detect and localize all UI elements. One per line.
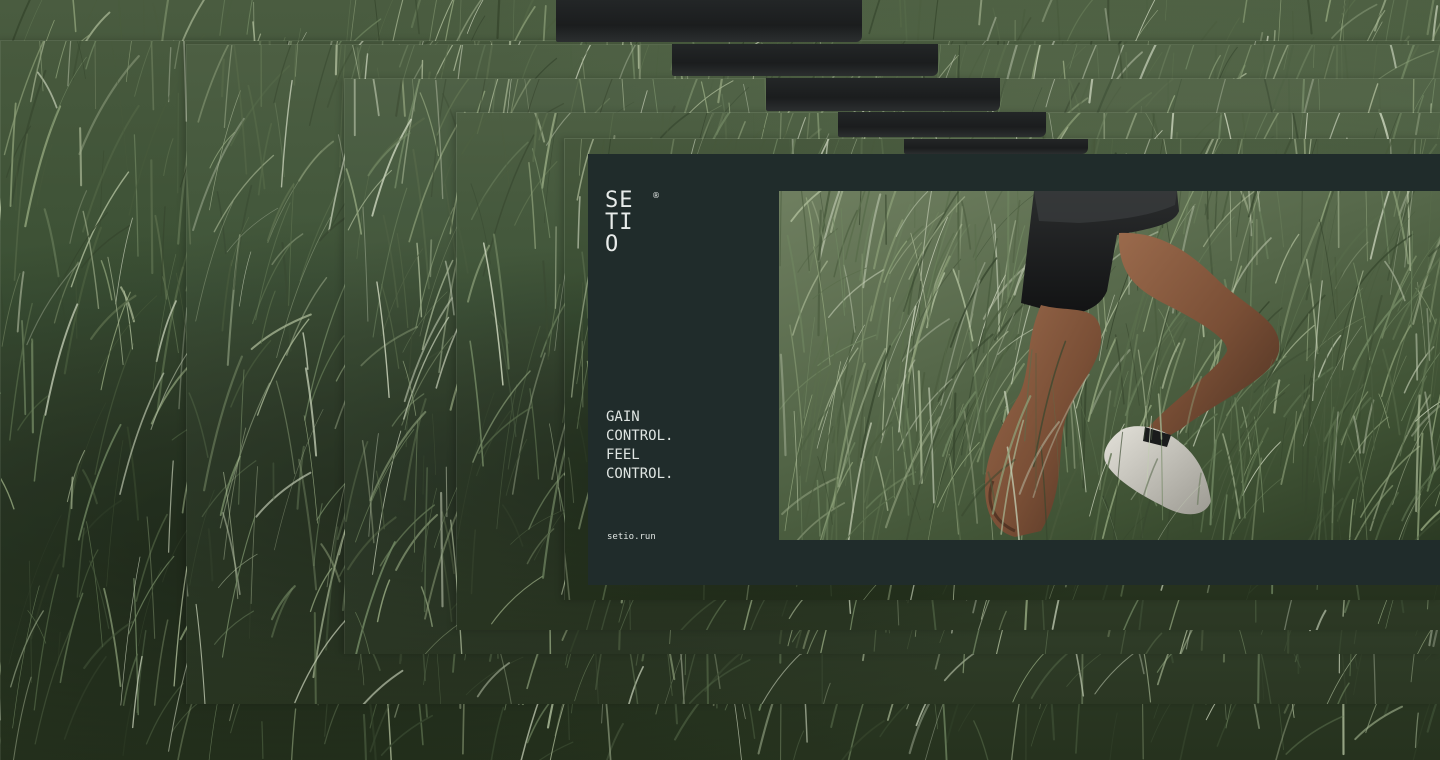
runner-illustration [779, 191, 1440, 540]
setio-logo: SE TI O ® [605, 190, 665, 262]
shorts-trail-strip [556, 0, 862, 42]
logo-line-2: TI [605, 210, 634, 235]
tagline: GAIN CONTROL. FEEL CONTROL. [606, 408, 766, 484]
tagline-line-1: GAIN [606, 409, 640, 425]
website-link[interactable]: setio.run [607, 531, 656, 543]
shorts-trail-strip [904, 139, 1088, 154]
tagline-line-3: FEEL [606, 447, 640, 463]
shorts-trail-strip [766, 78, 1000, 111]
shorts-trail-strip [838, 112, 1046, 137]
registered-mark: ® [652, 191, 660, 200]
shorts-trail-strip [672, 44, 938, 76]
logo-line-3: O [605, 232, 620, 257]
tagline-line-4: CONTROL. [606, 466, 674, 482]
tagline-line-2: CONTROL. [606, 428, 674, 444]
hero-runner-photo [779, 191, 1440, 540]
brand-card: SE TI O ® GAIN CONTROL. FEEL CONTROL. se… [588, 154, 1440, 585]
